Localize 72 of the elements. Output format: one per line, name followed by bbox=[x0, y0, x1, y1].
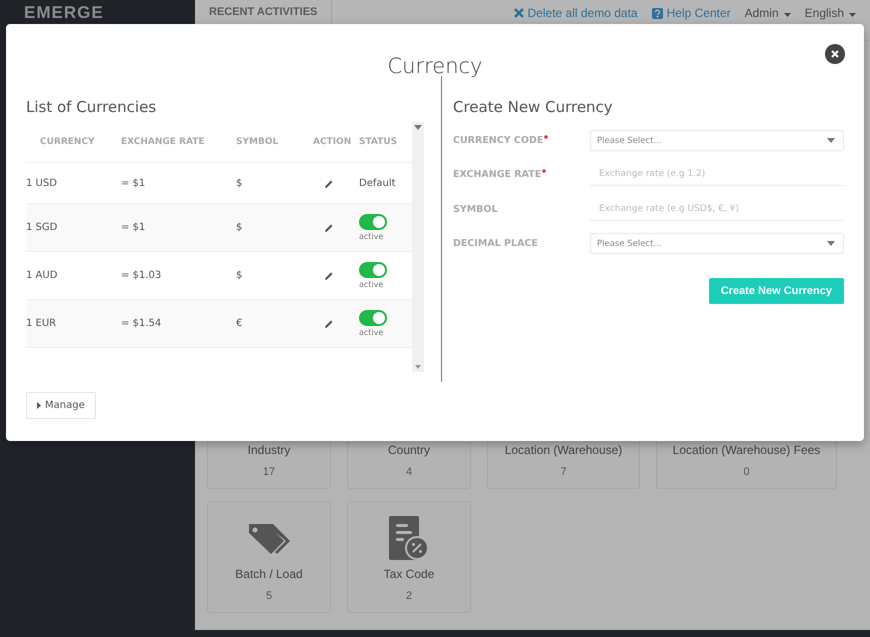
caret-icon bbox=[37, 402, 41, 409]
field-label: DECIMAL PLACE bbox=[453, 238, 539, 249]
status-toggle[interactable] bbox=[359, 310, 387, 326]
setting-card[interactable]: Batch / Load 5 bbox=[207, 501, 331, 613]
table-cell-text: 1 AUD bbox=[26, 270, 58, 281]
tax-document-icon bbox=[388, 515, 430, 561]
setting-card[interactable]: Tax Code 2 bbox=[347, 501, 471, 613]
caret-icon bbox=[849, 13, 856, 17]
header-menu[interactable]: Admin bbox=[744, 6, 791, 20]
table-cell-text: € bbox=[236, 318, 244, 329]
status-label: active bbox=[359, 280, 384, 289]
dialog-title: Currency bbox=[386, 54, 484, 78]
card-label: Batch / Load bbox=[235, 567, 303, 581]
close-icon bbox=[831, 50, 839, 58]
card-label: Industry bbox=[248, 443, 290, 457]
caret-icon bbox=[415, 365, 421, 369]
close-button[interactable] bbox=[825, 44, 845, 64]
close-icon bbox=[514, 8, 524, 18]
status-toggle[interactable] bbox=[359, 262, 387, 278]
card-count: 17 bbox=[262, 466, 276, 478]
select-field[interactable]: Please Select... bbox=[590, 233, 844, 254]
column-header: EXCHANGE RATE bbox=[121, 137, 206, 147]
scrollbar[interactable] bbox=[412, 122, 424, 372]
status-text: Default bbox=[359, 178, 397, 188]
caret-icon bbox=[414, 125, 422, 130]
table-cell-text: = $1.03 bbox=[121, 270, 162, 281]
column-header: CURRENCY bbox=[39, 137, 96, 147]
table-cell-text: = $1 bbox=[121, 222, 146, 233]
header-menu[interactable]: English bbox=[804, 6, 856, 20]
table-cell-text: = $1.54 bbox=[121, 318, 162, 329]
help-icon bbox=[652, 8, 663, 18]
card-count: 5 bbox=[266, 590, 272, 602]
manage-button[interactable]: Manage bbox=[26, 392, 96, 419]
pencil-icon[interactable] bbox=[324, 178, 334, 188]
column-header: SYMBOL bbox=[236, 137, 280, 147]
caret-icon bbox=[827, 138, 835, 143]
card-label: Tax Code bbox=[384, 567, 434, 581]
brand-logo: EMERGE bbox=[23, 2, 105, 23]
card-count: 7 bbox=[560, 466, 567, 478]
card-count: 4 bbox=[406, 466, 412, 478]
card-count: 0 bbox=[743, 466, 750, 478]
table-cell-text: $ bbox=[236, 270, 244, 281]
field-label: EXCHANGE RATE bbox=[453, 169, 590, 180]
panel-title: Create New Currency bbox=[453, 98, 614, 116]
field-label: SYMBOL bbox=[453, 204, 499, 215]
pencil-icon[interactable] bbox=[324, 319, 334, 329]
pencil-icon[interactable] bbox=[324, 223, 334, 233]
column-header: ACTION bbox=[312, 137, 352, 147]
table-cell-text: $ bbox=[236, 222, 244, 233]
card-count: 2 bbox=[406, 590, 412, 602]
required-icon bbox=[542, 169, 546, 173]
select-field[interactable]: Please Select... bbox=[590, 130, 844, 151]
table-cell-text: 1 EUR bbox=[26, 318, 58, 329]
card-label: Country bbox=[388, 443, 430, 457]
header-link[interactable]: Delete all demo data bbox=[514, 6, 638, 20]
required-icon bbox=[544, 135, 548, 139]
status-label: active bbox=[359, 328, 384, 337]
caret-icon bbox=[827, 241, 835, 246]
table-cell-text: = $1 bbox=[121, 178, 146, 188]
status-toggle[interactable] bbox=[359, 214, 387, 230]
panel-title: List of Currencies bbox=[26, 98, 158, 116]
field-label: CURRENCY CODE bbox=[453, 135, 590, 146]
status-label: active bbox=[359, 232, 384, 241]
caret-icon bbox=[784, 13, 791, 17]
card-label: Location (Warehouse) Fees bbox=[672, 443, 820, 457]
table-cell-text: $ bbox=[236, 178, 244, 188]
card-label: Location (Warehouse) bbox=[504, 443, 622, 457]
pencil-icon[interactable] bbox=[324, 271, 334, 281]
table-cell-text: 1 SGD bbox=[26, 222, 58, 233]
table-cell-text: 1 USD bbox=[26, 178, 58, 188]
header-link[interactable]: Help Center bbox=[652, 6, 731, 20]
column-header: STATUS bbox=[359, 137, 398, 147]
